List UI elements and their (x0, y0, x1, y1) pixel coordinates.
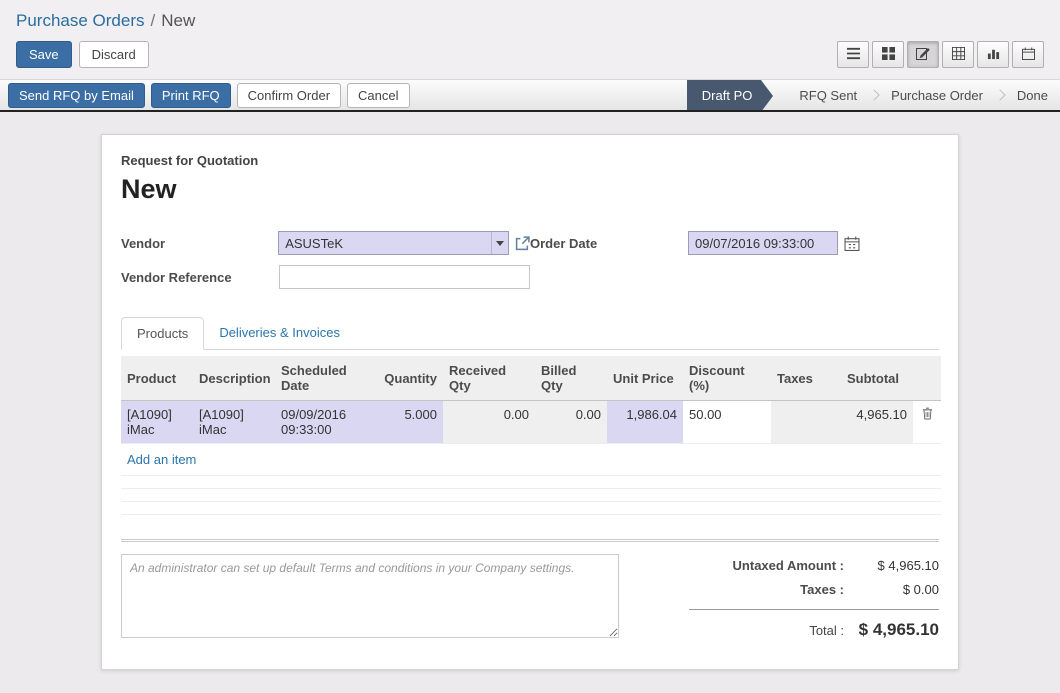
order-date-label: Order Date (530, 236, 688, 251)
breadcrumb: Purchase Orders / New (0, 0, 1060, 38)
discard-button[interactable]: Discard (79, 41, 149, 68)
col-header-actions (913, 356, 941, 401)
empty-row (121, 476, 941, 489)
document-type-label: Request for Quotation (121, 153, 939, 168)
page-title: New (121, 174, 939, 205)
status-step-purchase-order[interactable]: Purchase Order (879, 80, 995, 110)
date-calendar-icon[interactable] (844, 236, 860, 251)
statusbar: Draft PO RFQ Sent Purchase Order Done (687, 80, 1060, 110)
view-switcher (837, 41, 1044, 68)
col-header-taxes: Taxes (771, 356, 841, 401)
sheet-footer: Untaxed Amount : $ 4,965.10 Taxes : $ 0.… (121, 554, 939, 649)
table-header-row: Product Description Scheduled Date Quant… (121, 356, 941, 401)
tab-deliveries-invoices[interactable]: Deliveries & Invoices (204, 317, 355, 349)
col-header-quantity: Quantity (375, 356, 443, 401)
add-item-link[interactable]: Add an item (127, 452, 196, 467)
add-item-row: Add an item (121, 444, 941, 476)
col-header-description: Description (193, 356, 275, 401)
breadcrumb-purchase-orders[interactable]: Purchase Orders (16, 11, 145, 30)
graph-view-button[interactable] (977, 41, 1009, 68)
calendar-view-button[interactable] (1012, 41, 1044, 68)
kanban-icon (882, 47, 895, 63)
status-step-rfq-sent[interactable]: RFQ Sent (787, 80, 869, 110)
cancel-button[interactable]: Cancel (347, 83, 409, 108)
totals-panel: Untaxed Amount : $ 4,965.10 Taxes : $ 0.… (689, 554, 939, 649)
order-lines-table: Product Description Scheduled Date Quant… (121, 356, 941, 515)
terms-conditions-textarea[interactable] (121, 554, 619, 638)
action-bar: Send RFQ by Email Print RFQ Confirm Orde… (0, 79, 1060, 112)
taxes-value: $ 0.00 (844, 582, 939, 597)
cell-billed-qty: 0.00 (535, 401, 607, 444)
col-header-discount: Discount (%) (683, 356, 771, 401)
col-header-received-qty: Received Qty (443, 356, 535, 401)
notebook-tabs: Products Deliveries & Invoices (121, 317, 939, 350)
form-icon (916, 46, 930, 63)
untaxed-amount-value: $ 4,965.10 (844, 558, 939, 573)
total-label: Total : (809, 623, 844, 638)
toolbar: Save Discard (0, 38, 1060, 79)
list-icon (846, 47, 861, 63)
col-header-product: Product (121, 356, 193, 401)
cell-quantity[interactable]: 5.000 (375, 401, 443, 444)
empty-row (121, 502, 941, 515)
order-date-input[interactable] (688, 231, 838, 255)
cell-description[interactable]: [A1090] iMac (193, 401, 275, 444)
taxes-label: Taxes : (800, 582, 844, 597)
chevron-right-icon (868, 89, 879, 100)
trash-icon (922, 408, 933, 423)
status-step-draft-po[interactable]: Draft PO (687, 80, 762, 110)
confirm-order-button[interactable]: Confirm Order (237, 83, 341, 108)
list-view-button[interactable] (837, 41, 869, 68)
form-fields: Vendor ASUSTeK Vendor Reference Order (121, 231, 939, 299)
external-link-icon[interactable] (515, 236, 530, 251)
pivot-view-button[interactable] (942, 41, 974, 68)
print-rfq-button[interactable]: Print RFQ (151, 83, 231, 108)
empty-row (121, 489, 941, 502)
content-area: Request for Quotation New Vendor ASUSTeK… (0, 112, 1060, 693)
cell-received-qty: 0.00 (443, 401, 535, 444)
cell-scheduled-date[interactable]: 09/09/2016 09:33:00 (275, 401, 375, 444)
tab-products[interactable]: Products (121, 317, 204, 350)
breadcrumb-current: New (161, 11, 195, 30)
calendar-icon (1022, 47, 1035, 63)
col-header-scheduled-date: Scheduled Date (275, 356, 375, 401)
table-row: [A1090] iMac [A1090] iMac 09/09/2016 09:… (121, 401, 941, 444)
chevron-right-icon (994, 89, 1005, 100)
section-separator (121, 539, 939, 542)
untaxed-amount-label: Untaxed Amount : (733, 558, 844, 573)
graph-icon (987, 47, 1000, 63)
pivot-icon (952, 47, 965, 63)
save-button[interactable]: Save (16, 41, 72, 68)
cell-subtotal: 4,965.10 (841, 401, 913, 444)
top-area: Purchase Orders / New Save Discard (0, 0, 1060, 112)
vendor-reference-input[interactable] (279, 265, 530, 289)
cell-unit-price[interactable]: 1,986.04 (607, 401, 683, 444)
form-sheet: Request for Quotation New Vendor ASUSTeK… (101, 134, 959, 670)
vendor-value: ASUSTeK (279, 236, 491, 251)
total-value: $ 4,965.10 (844, 620, 939, 640)
breadcrumb-separator: / (151, 11, 156, 30)
cell-discount[interactable]: 50.00 (683, 401, 771, 444)
form-view-button[interactable] (907, 41, 939, 68)
col-header-billed-qty: Billed Qty (535, 356, 607, 401)
cell-taxes[interactable] (771, 401, 841, 444)
delete-row-button[interactable] (913, 401, 941, 444)
vendor-reference-label: Vendor Reference (121, 270, 279, 285)
totals-divider (689, 609, 939, 610)
col-header-subtotal: Subtotal (841, 356, 913, 401)
kanban-view-button[interactable] (872, 41, 904, 68)
caret-down-icon[interactable] (491, 232, 508, 254)
status-step-done[interactable]: Done (1005, 80, 1060, 110)
cell-product[interactable]: [A1090] iMac (121, 401, 193, 444)
vendor-select[interactable]: ASUSTeK (278, 231, 509, 255)
col-header-unit-price: Unit Price (607, 356, 683, 401)
vendor-label: Vendor (121, 236, 278, 251)
send-rfq-button[interactable]: Send RFQ by Email (8, 83, 145, 108)
